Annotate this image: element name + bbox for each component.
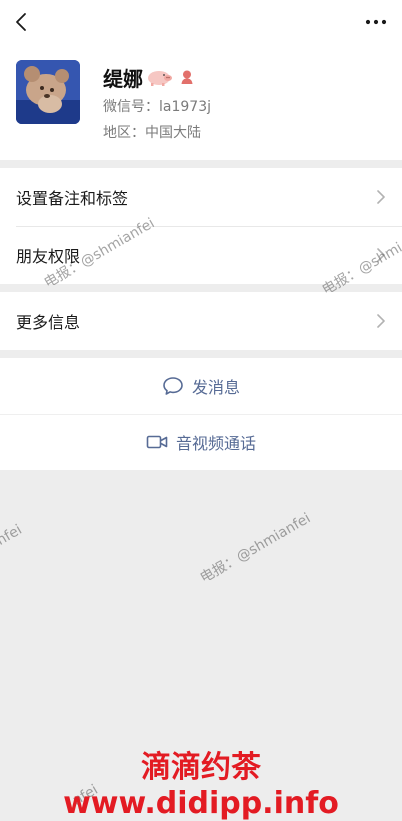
send-message-label: 发消息 bbox=[191, 378, 240, 397]
avatar[interactable] bbox=[16, 60, 80, 124]
top-bar bbox=[0, 0, 402, 44]
more-dots-icon bbox=[365, 19, 387, 25]
region: 地区：中国大陆 bbox=[103, 125, 201, 141]
send-message-button[interactable]: 发消息 bbox=[0, 358, 402, 414]
more-info-item[interactable]: 更多信息 bbox=[0, 292, 402, 350]
menu-item-label: 设置备注和标签 bbox=[16, 189, 129, 208]
promo-banner: 滴滴约茶 www.didipp.info bbox=[63, 750, 339, 821]
female-icon bbox=[181, 70, 193, 84]
back-button[interactable] bbox=[8, 8, 36, 36]
watermark-text: 电报：@shmianfei bbox=[197, 510, 314, 587]
wechat-id: 微信号：la1973j bbox=[103, 99, 211, 115]
chevron-right-icon bbox=[377, 190, 385, 204]
menu-item-label: 更多信息 bbox=[16, 313, 81, 332]
chat-bubble-icon bbox=[163, 377, 183, 395]
actions-panel: 发消息 音视频通话 bbox=[0, 358, 402, 470]
video-camera-icon bbox=[146, 435, 168, 449]
name-row: 缇娜 bbox=[103, 64, 195, 91]
chevron-left-icon bbox=[16, 13, 26, 31]
more-button[interactable] bbox=[362, 8, 390, 36]
video-call-button[interactable]: 音视频通话 bbox=[0, 414, 402, 470]
watermark-text: nfei bbox=[0, 521, 25, 549]
pig-emoji-icon bbox=[148, 71, 172, 86]
video-call-label: 音视频通话 bbox=[175, 434, 256, 453]
profile-card: 缇娜 微信号：la1973j 地区：中国大陆 bbox=[0, 44, 402, 160]
set-remark-tags-item[interactable]: 设置备注和标签 bbox=[0, 168, 402, 227]
more-info-group: 更多信息 bbox=[0, 292, 402, 350]
chevron-right-icon bbox=[377, 314, 385, 328]
avatar-image bbox=[16, 60, 80, 124]
contact-name: 缇娜 bbox=[103, 66, 143, 91]
